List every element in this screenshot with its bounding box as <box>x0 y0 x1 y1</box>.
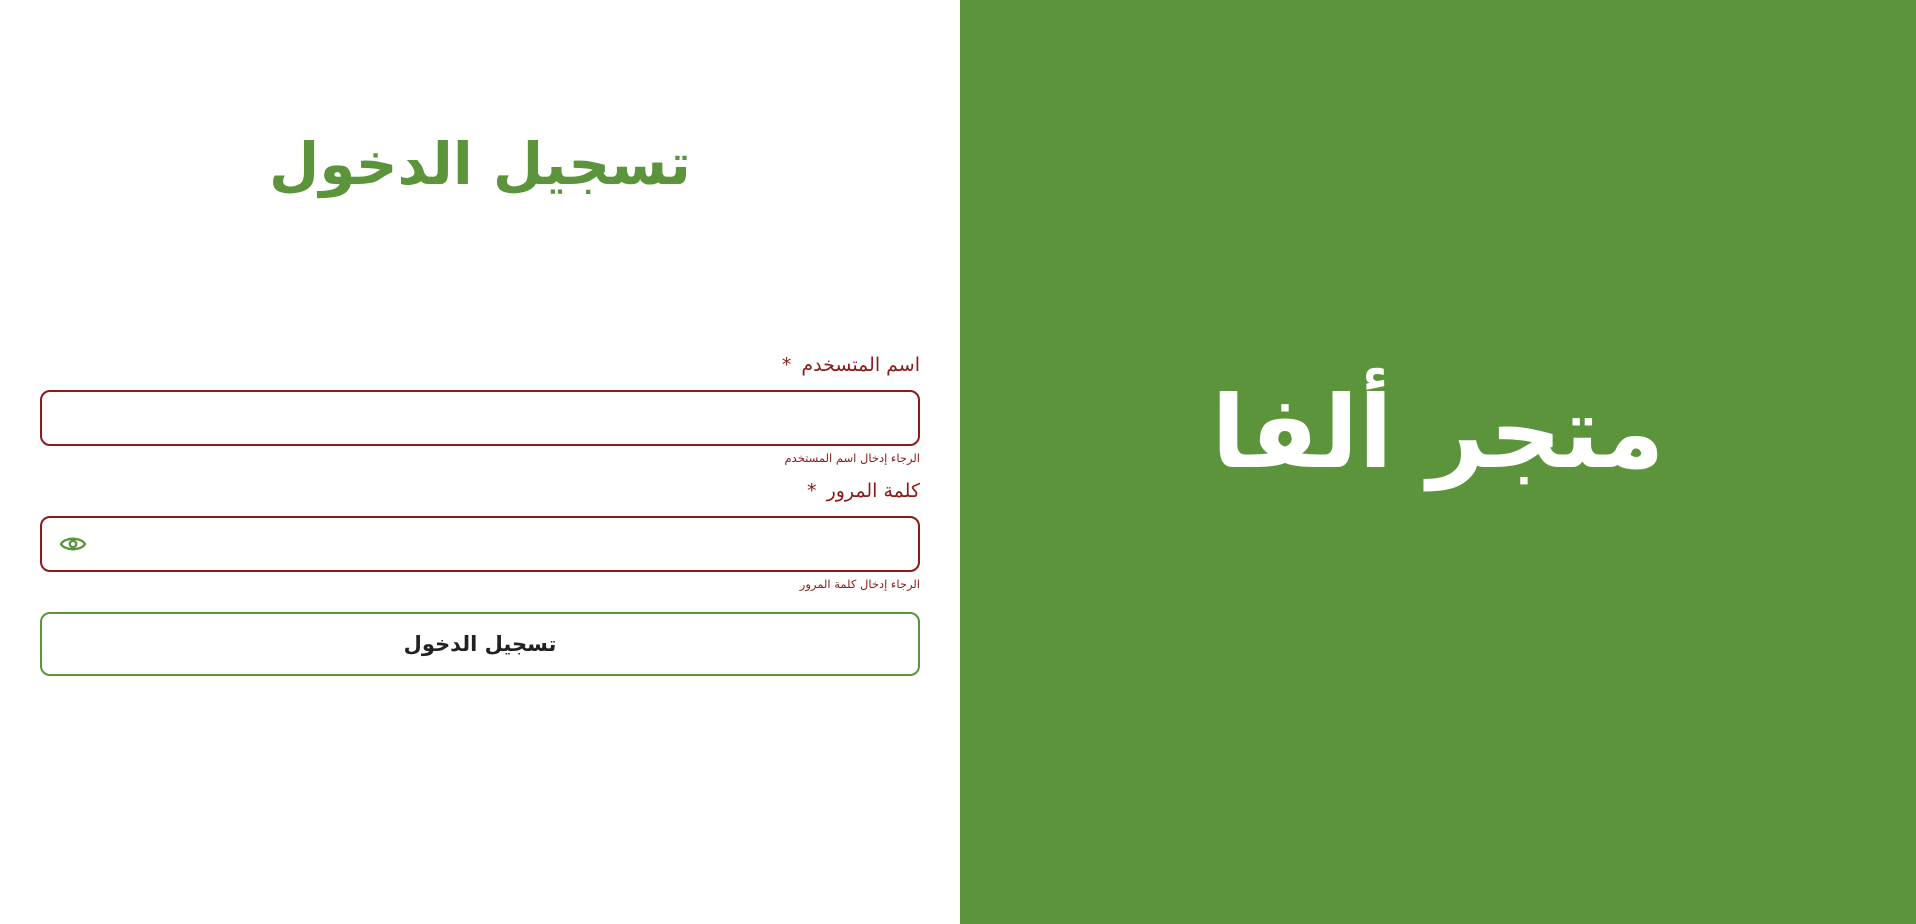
login-button[interactable]: تسجيل الدخول <box>40 612 920 676</box>
password-label: كلمة المرور * <box>40 476 920 506</box>
username-input[interactable] <box>102 392 904 444</box>
page-title: تسجيل الدخول <box>269 130 691 198</box>
password-helper-text: الرجاء إدخال كلمة المرور <box>799 577 920 591</box>
required-mark: * <box>807 480 817 502</box>
required-mark: * <box>781 354 792 376</box>
password-label-text: كلمة المرور <box>826 480 920 502</box>
login-page: تسجيل الدخول اسم المتسخدم * الرجاء إدخال… <box>0 0 1916 924</box>
password-field-box <box>40 516 920 572</box>
username-field-box <box>40 390 920 446</box>
password-input[interactable] <box>102 518 904 570</box>
login-form: اسم المتسخدم * الرجاء إدخال اسم المستخدم… <box>40 350 920 676</box>
username-label: اسم المتسخدم * <box>40 350 920 380</box>
brand-name: متجر ألفا <box>1211 373 1665 491</box>
login-panel: تسجيل الدخول اسم المتسخدم * الرجاء إدخال… <box>0 0 960 924</box>
eye-icon[interactable] <box>58 530 88 558</box>
username-helper-text: الرجاء إدخال اسم المستخدم <box>784 451 920 465</box>
username-label-text: اسم المتسخدم <box>801 354 920 376</box>
brand-panel: متجر ألفا <box>960 0 1916 924</box>
eye-icon-graphic <box>59 537 87 551</box>
